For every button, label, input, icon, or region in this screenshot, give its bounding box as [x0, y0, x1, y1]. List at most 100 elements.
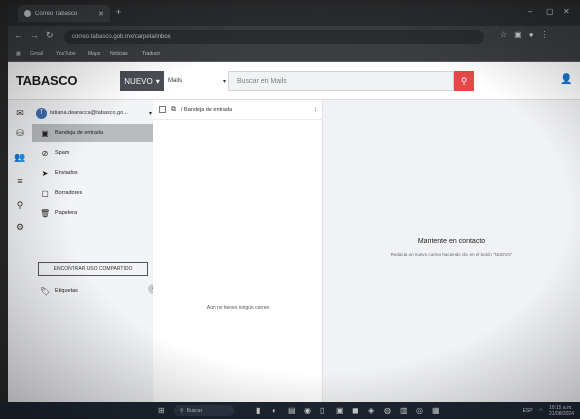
list-icon[interactable]: ≡ — [13, 174, 27, 188]
account-email: tatiana.dearacca@tabasco.go... — [50, 110, 128, 116]
message-list-header: ⧉ / Bandeja de entrada ↕ — [153, 100, 323, 120]
select-all-checkbox[interactable] — [159, 106, 166, 113]
photo-frame: Correo Tabasco ✕ + – ▢ ✕ ← → ↻ correo.ta… — [0, 0, 580, 419]
send-icon: ➤ — [41, 168, 49, 178]
new-mail-label: NUEVO — [124, 76, 153, 86]
app-rail: ✉ ⛁ 👥 ≡ ⚲ ⚙ — [8, 100, 32, 402]
system-tray: ESP ◠ 10:15 a.m. 21/08/2024 — [523, 405, 574, 417]
avatar: T — [36, 107, 47, 119]
mail-app: TABASCO NUEVO ▾ Mails ▾ Buscar en Mails … — [8, 62, 580, 402]
message-list: ⧉ / Bandeja de entrada ↕ Aún no tienes n… — [153, 100, 323, 402]
windows-start-icon[interactable]: ⊞ — [158, 406, 165, 415]
bookmark-item[interactable]: Maps — [88, 51, 100, 57]
bookmark-item[interactable]: YouTube — [56, 51, 76, 57]
clock[interactable]: 10:15 a.m. 21/08/2024 — [549, 405, 574, 417]
folder-label: Bandeja de entrada — [55, 130, 104, 136]
bookmark-item[interactable]: Gmail — [30, 51, 43, 57]
reader-title: Mantente en contacto — [417, 238, 486, 245]
storage-icon[interactable]: ⛁ — [13, 126, 27, 140]
app-icon[interactable]: ▣ — [336, 406, 344, 415]
back-icon[interactable]: ← — [14, 30, 23, 41]
app-icon[interactable]: ▥ — [400, 406, 408, 415]
bookmarks-bar: ▦ Gmail YouTube Maps Noticias Traducir — [8, 48, 580, 62]
labels-label: Etiquetas — [55, 288, 78, 294]
url-text: correo.tabasco.gob.mx/carpeta/inbox — [72, 34, 171, 40]
empty-list-text: Aún no tienes ningún correo — [206, 305, 270, 311]
list-title: / Bandeja de entrada — [181, 106, 233, 113]
sort-icon[interactable]: ↕ — [314, 107, 317, 113]
search-scope-value: Mails — [168, 78, 183, 84]
maximize-icon[interactable]: ▢ — [546, 7, 554, 16]
chevron-down-icon: ▾ — [148, 110, 152, 117]
search-icon: ⚲ — [180, 407, 184, 414]
task-view-icon[interactable]: ▮ — [256, 406, 260, 415]
tab-title: Correo Tabasco — [35, 10, 78, 17]
search-button[interactable]: ⚲ — [454, 71, 474, 91]
reader-subtitle: Redacta un nuevo correo haciendo clic en… — [390, 252, 513, 257]
find-shared-button[interactable]: ENCONTRAR USO COMPARTIDO — [38, 262, 148, 276]
account-selector[interactable]: T tatiana.dearacca@tabasco.go... ▾ — [36, 106, 152, 120]
user-icon[interactable]: 👤 — [560, 74, 572, 85]
clock-date: 21/08/2024 — [548, 411, 574, 417]
chevron-down-icon: ▾ — [222, 78, 226, 85]
forward-icon[interactable]: → — [30, 30, 39, 41]
reload-icon[interactable]: ↻ — [46, 30, 54, 41]
site-favicon-icon — [24, 10, 31, 17]
mail-icon[interactable]: ✉ — [13, 106, 27, 120]
extensions-icon[interactable]: ▣ — [514, 30, 522, 39]
tag-icon: 🏷 — [40, 286, 51, 296]
search-icon: ⚲ — [460, 75, 468, 86]
folder-label: Borradores — [55, 190, 83, 196]
browser-actions: ☆ ▣ ● ⋮ — [500, 30, 549, 39]
search-scope-select[interactable]: Mails ▾ — [168, 73, 226, 89]
menu-icon[interactable]: ⋮ — [541, 30, 549, 39]
bookmark-item[interactable]: Traducir — [142, 51, 160, 57]
trash-icon: 🗑 — [40, 208, 51, 218]
app-icon[interactable]: ◎ — [416, 406, 423, 415]
app-icon[interactable]: ◐ — [272, 406, 277, 415]
settings-icon[interactable]: ⚙ — [13, 220, 27, 234]
chevron-down-icon: ▾ — [155, 76, 160, 86]
reading-pane: Mantente en contacto Redacta un nuevo co… — [323, 100, 580, 402]
star-icon[interactable]: ☆ — [500, 30, 507, 39]
language-indicator[interactable]: ESP — [523, 408, 533, 414]
profile-icon[interactable]: ● — [529, 30, 534, 39]
new-tab-icon[interactable]: + — [116, 7, 121, 17]
spam-icon: ⊘ — [41, 148, 49, 158]
app-icon[interactable]: ◍ — [384, 406, 391, 415]
contacts-icon[interactable]: 👥 — [13, 150, 27, 164]
folder-spam[interactable]: ⊘ Spam — [32, 144, 153, 162]
app-icon[interactable]: ▤ — [288, 406, 296, 415]
folder-inbox[interactable]: ▣ Bandeja de entrada — [32, 124, 153, 142]
nav-buttons: ← → ↻ — [14, 30, 54, 41]
browser-tab[interactable]: Correo Tabasco ✕ — [18, 5, 110, 22]
folder-sent[interactable]: ➤ Enviados — [32, 164, 153, 182]
app-icon[interactable]: ▦ — [432, 406, 440, 415]
taskbar-search[interactable]: ⚲ Buscar — [174, 405, 234, 416]
folder-label: Enviados — [55, 170, 78, 176]
labels-item[interactable]: 🏷 Etiquetas — [32, 282, 153, 300]
folder-drafts[interactable]: ▢ Borradores — [32, 184, 153, 202]
taskbar: ⊞ ⚲ Buscar ▮ ◐ ▤ ◉ ▯ ▣ ◼ ◈ ◍ ▥ ◎ ▦ ESP ◠… — [0, 402, 580, 419]
app-icon[interactable]: ◉ — [304, 406, 311, 415]
close-tab-icon[interactable]: ✕ — [98, 10, 104, 18]
app-icon[interactable]: ◈ — [368, 406, 374, 415]
taskbar-search-placeholder: Buscar — [186, 407, 203, 414]
folder-trash[interactable]: 🗑 Papelera — [32, 204, 153, 222]
apps-icon[interactable]: ▦ — [16, 51, 21, 57]
inbox-icon: ▣ — [41, 128, 49, 138]
folder-label: Papelera — [55, 210, 78, 216]
wifi-icon[interactable]: ◠ — [539, 408, 543, 414]
url-field[interactable]: correo.tabasco.gob.mx/carpeta/inbox — [64, 30, 484, 44]
search-icon[interactable]: ⚲ — [13, 198, 27, 212]
folder-path-icon: ⧉ — [171, 105, 176, 113]
folder-label: Spam — [55, 150, 70, 156]
close-window-icon[interactable]: ✕ — [563, 7, 570, 16]
new-mail-button[interactable]: NUEVO ▾ — [120, 71, 164, 91]
logo: TABASCO — [16, 73, 78, 88]
search-input[interactable]: Buscar en Mails — [228, 71, 454, 91]
bookmark-item[interactable]: Noticias — [110, 51, 128, 57]
app-icon[interactable]: ▯ — [320, 406, 324, 415]
minimize-icon[interactable]: – — [528, 7, 532, 16]
app-icon[interactable]: ◼ — [352, 406, 359, 415]
